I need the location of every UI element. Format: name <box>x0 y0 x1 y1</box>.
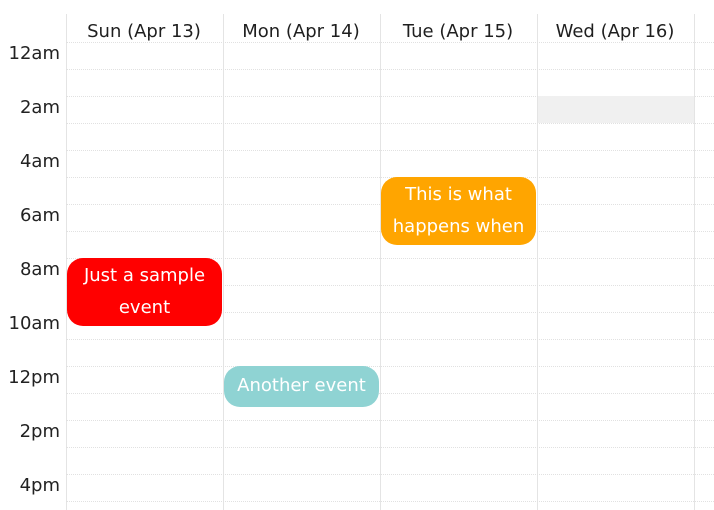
day-header: Mon (Apr 14) <box>242 21 360 42</box>
day-header: Wed (Apr 16) <box>555 21 675 42</box>
time-label: 12pm <box>8 367 60 388</box>
calendar-event[interactable]: Just a sample event <box>67 258 222 326</box>
time-label: 10am <box>8 313 60 334</box>
hour-line <box>66 420 714 421</box>
hour-line <box>66 501 714 502</box>
time-label: 2am <box>19 97 60 118</box>
hour-line <box>66 339 714 340</box>
time-label: 6am <box>19 205 60 226</box>
day-column <box>537 14 694 510</box>
time-label: 4pm <box>19 475 60 496</box>
hour-line <box>66 69 714 70</box>
hour-line <box>66 123 714 124</box>
day-header: Sun (Apr 13) <box>87 21 201 42</box>
hour-line <box>66 474 714 475</box>
day-column <box>694 14 714 510</box>
time-label: 8am <box>19 259 60 280</box>
selected-time-slot[interactable] <box>538 96 694 123</box>
day-column <box>380 14 537 510</box>
calendar-event[interactable]: This is what happens when <box>381 177 536 245</box>
hour-line <box>66 150 714 151</box>
hour-line <box>66 366 714 367</box>
calendar-event[interactable]: Another event <box>224 366 379 407</box>
week-calendar: Sun (Apr 13) Mon (Apr 14) Tue (Apr 15) W… <box>0 0 714 510</box>
time-label: 12am <box>8 43 60 64</box>
hour-line <box>66 447 714 448</box>
time-label: 4am <box>19 151 60 172</box>
hour-line <box>66 393 714 394</box>
day-column <box>223 14 380 510</box>
time-label: 2pm <box>19 421 60 442</box>
day-header: Tue (Apr 15) <box>402 21 514 42</box>
